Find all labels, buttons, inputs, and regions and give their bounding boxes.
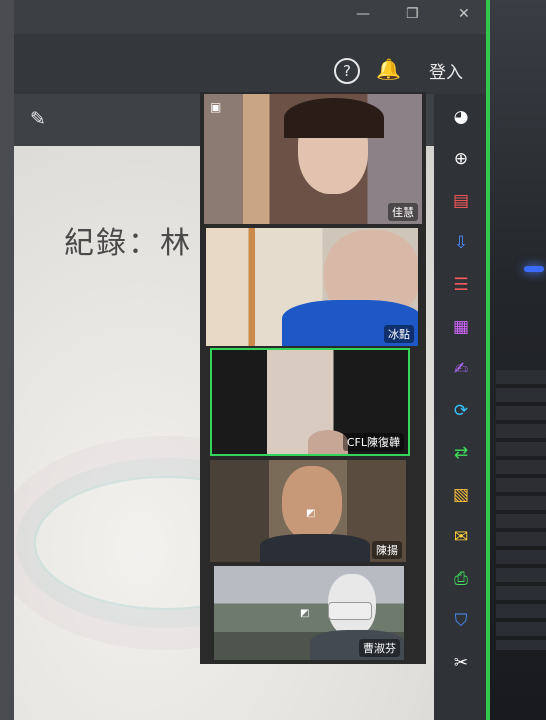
sign-icon[interactable]: ✍ — [448, 356, 474, 382]
pdf-add-icon[interactable]: ▤ — [448, 188, 474, 214]
convert-icon[interactable]: ⟳ — [448, 398, 474, 424]
right-tool-sidebar: ◕ ⊕ ▤ ⇩ ☰ ▦ ✍ ⟳ ⇄ ▧ ✉ ⎙ ⛉ ✂ — [434, 94, 486, 720]
restore-button[interactable]: ❐ — [406, 6, 419, 22]
tools-icon[interactable]: ✂ — [448, 650, 474, 676]
pin-icon[interactable]: ▣ — [210, 100, 221, 114]
face-mask — [328, 602, 372, 620]
user-add-icon[interactable]: ◕ — [448, 104, 474, 130]
participant-tile[interactable]: 冰點 — [206, 228, 418, 346]
zoom-search-icon[interactable]: ⊕ — [448, 146, 474, 172]
participant-name: 曹淑芬 — [359, 639, 400, 657]
doc-edit-icon[interactable]: ▦ — [448, 314, 474, 340]
minimize-button[interactable]: — — [356, 6, 370, 22]
compare-icon[interactable]: ⇄ — [448, 440, 474, 466]
video-off-icon: ◩ — [300, 608, 310, 619]
participant-tile-active[interactable]: CFL陳復韡 — [210, 348, 410, 456]
participant-name: 陳揚 — [372, 541, 402, 559]
comment-icon[interactable]: ✉ — [448, 524, 474, 550]
participant-tile[interactable]: ◩ 曹淑芬 — [214, 566, 404, 660]
blue-led — [524, 266, 544, 272]
export-icon[interactable]: ▧ — [448, 482, 474, 508]
desk-left — [0, 0, 14, 720]
keyboard — [496, 370, 546, 650]
monitor-edge-light — [486, 0, 490, 720]
participant-tile[interactable]: ▣ 佳慧 — [204, 94, 422, 224]
participant-tile[interactable]: ◩ 陳揚 — [210, 460, 406, 562]
bell-icon[interactable]: 🔔 — [376, 57, 401, 81]
edit-tag-icon[interactable]: ✎ — [30, 108, 46, 130]
video-off-icon: ◩ — [306, 508, 316, 519]
print-icon[interactable]: ⎙ — [448, 566, 474, 592]
layout-icon[interactable]: ☰ — [448, 272, 474, 298]
participant-name: 佳慧 — [388, 203, 418, 221]
title-bar: — ❐ ✕ — [14, 0, 486, 34]
participant-face — [282, 466, 342, 540]
doc-title: 紀錄：林 — [64, 226, 192, 261]
login-button[interactable]: 登入 — [429, 58, 463, 83]
participant-name: CFL陳復韡 — [342, 433, 404, 451]
download-doc-icon[interactable]: ⇩ — [448, 230, 474, 256]
help-icon[interactable]: ? — [334, 58, 360, 84]
participant-name: 冰點 — [384, 325, 414, 343]
shield-icon[interactable]: ⛉ — [448, 608, 474, 634]
participant-shirt — [260, 534, 370, 562]
participant-hair — [284, 98, 384, 138]
close-button[interactable]: ✕ — [458, 6, 470, 22]
top-bar — [14, 34, 486, 94]
